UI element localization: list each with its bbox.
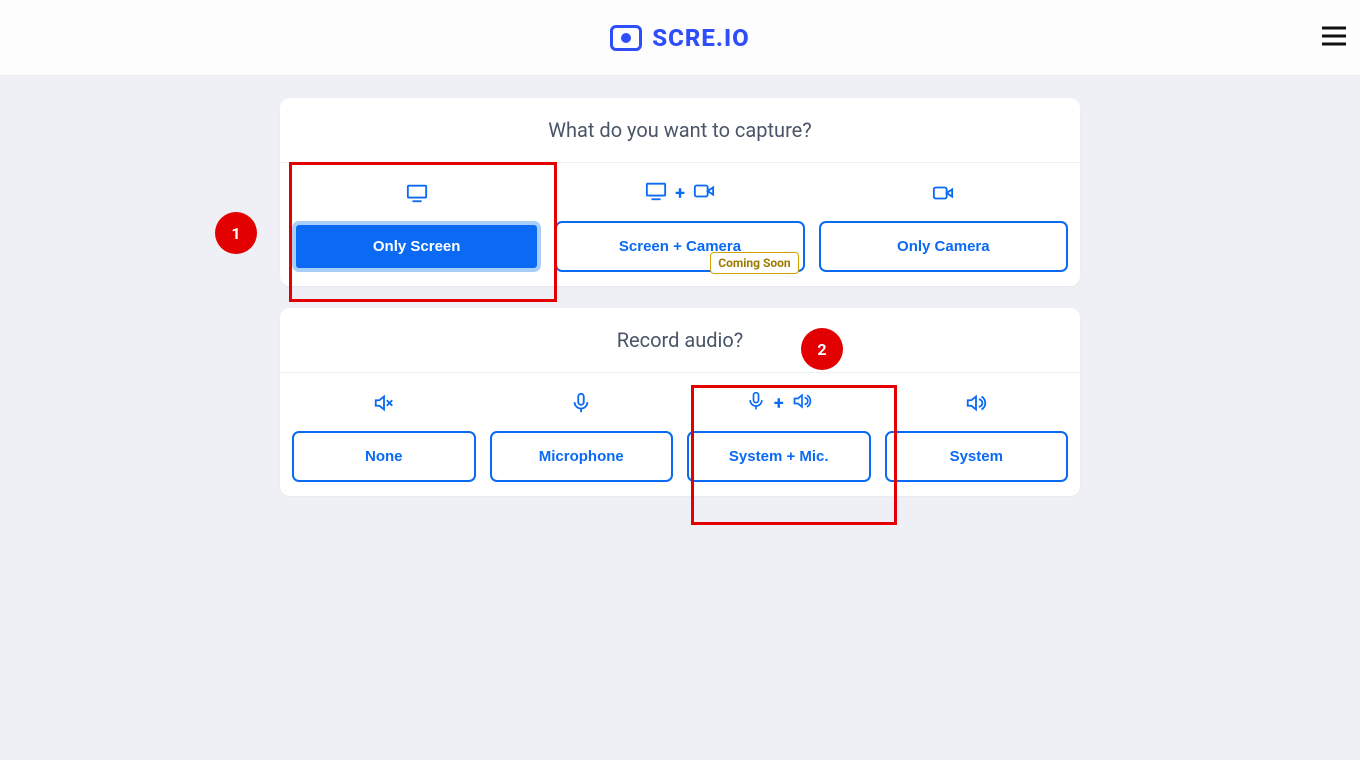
camera-icon [693, 180, 715, 206]
plus-icon: + [774, 393, 784, 414]
coming-soon-badge: Coming Soon [710, 252, 798, 274]
brand-text: SCRE.IO [652, 24, 749, 52]
annotation-number-1: 1 [215, 212, 257, 254]
option-audio-system-mic: + System + Mic. [687, 387, 871, 482]
audio-system-mic-button[interactable]: System + Mic. [687, 431, 871, 482]
logo-camera-icon [610, 25, 642, 51]
audio-system-button[interactable]: System [885, 431, 1069, 482]
option-only-screen: Only Screen [292, 177, 541, 272]
capture-card: What do you want to capture? Only Screen [280, 98, 1080, 286]
option-screen-camera: + Screen + Camera Coming Soon [555, 177, 804, 272]
screen-icon [406, 177, 428, 209]
plus-icon: + [675, 183, 685, 204]
brand-logo[interactable]: SCRE.IO [610, 24, 749, 52]
option-audio-none: None [292, 387, 476, 482]
hamburger-menu-icon[interactable] [1318, 20, 1350, 56]
microphone-icon [570, 387, 592, 419]
mute-icon [373, 387, 395, 419]
audio-card: Record audio? None [280, 308, 1080, 496]
audio-none-button[interactable]: None [292, 431, 476, 482]
speaker-icon [965, 387, 987, 419]
capture-title: What do you want to capture? [280, 98, 1080, 163]
header: SCRE.IO [0, 0, 1360, 76]
microphone-icon [746, 391, 766, 415]
option-audio-system: System [885, 387, 1069, 482]
speaker-icon [792, 391, 812, 415]
option-audio-mic: Microphone [490, 387, 674, 482]
only-camera-button[interactable]: Only Camera [819, 221, 1068, 272]
screen-icon [645, 180, 667, 206]
audio-title: Record audio? [280, 308, 1080, 373]
option-only-camera: Only Camera [819, 177, 1068, 272]
only-screen-button[interactable]: Only Screen [292, 221, 541, 272]
camera-icon [932, 177, 954, 209]
annotation-number-2: 2 [801, 328, 843, 370]
audio-mic-button[interactable]: Microphone [490, 431, 674, 482]
